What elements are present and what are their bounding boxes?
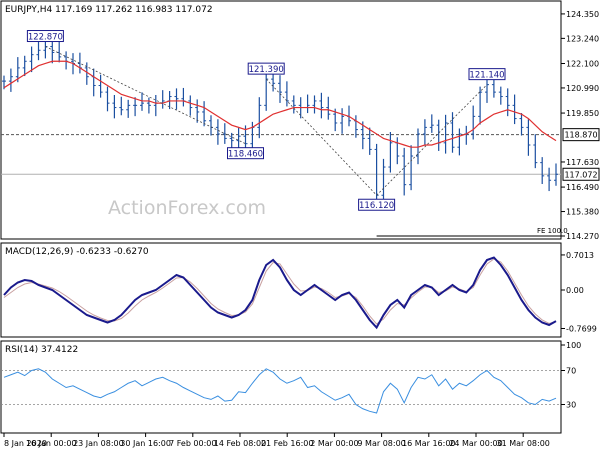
y-tick-label: 124.350	[566, 10, 599, 19]
chart-window: EURJPY,H4 117.169 117.262 116.983 117.07…	[0, 0, 600, 450]
x-tick-label: 9 Mar 08:00	[357, 439, 405, 448]
x-tick-label: 23 Jan 08:00	[73, 439, 124, 448]
rsi-tick-label: 30	[566, 401, 576, 410]
y-tick-label: 115.380	[566, 208, 599, 217]
x-tick-label: 16 Mar 16:00	[402, 439, 455, 448]
x-tick-label: 30 Jan 16:00	[120, 439, 171, 448]
x-tick-label: 2 Mar 00:00	[310, 439, 358, 448]
annotation-label: 122.870	[28, 33, 63, 43]
x-tick-label: 21 Feb 16:00	[261, 439, 313, 448]
x-tick-label: 31 Mar 08:00	[496, 439, 549, 448]
fe-label: FE 100.0	[537, 227, 568, 235]
watermark: ActionForex.com	[108, 197, 266, 219]
rsi-title: RSI(14) 37.4122	[5, 345, 78, 355]
x-tick-label: 16 Jan 00:00	[26, 439, 77, 448]
y-tick-label: 117.630	[566, 158, 599, 167]
y-tick-label: 114.270	[566, 232, 599, 241]
price-level-label: 117.072	[564, 170, 597, 179]
macd-tick-label: 0.7013	[566, 251, 594, 260]
macd-tick-label: 0.00	[566, 286, 584, 295]
y-tick-label: 119.850	[566, 109, 599, 118]
price-title: EURJPY,H4 117.169 117.262 116.983 117.07…	[5, 5, 213, 15]
y-tick-label: 122.100	[566, 59, 599, 68]
x-tick-label: 7 Feb 00:00	[169, 439, 216, 448]
y-tick-label: 120.990	[566, 84, 599, 93]
annotation-label: 121.390	[249, 65, 284, 75]
y-tick-label: 116.490	[566, 183, 599, 192]
chart-background	[0, 0, 600, 450]
x-tick-label: 14 Feb 08:00	[214, 439, 266, 448]
rsi-tick-label: 70	[566, 367, 576, 376]
annotation-label: 118.460	[228, 150, 263, 160]
rsi-tick-label: 100	[566, 341, 581, 350]
macd-title: MACD(12,26,9) -0.6233 -0.6270	[5, 247, 149, 257]
macd-tick-label: -0.7699	[566, 324, 597, 333]
annotation-label: 121.140	[469, 71, 504, 81]
x-tick-label: 24 Mar 00:00	[449, 439, 502, 448]
y-tick-label: 123.240	[566, 34, 599, 43]
annotation-label: 116.120	[359, 201, 394, 211]
price-level-label: 118.870	[564, 131, 597, 140]
